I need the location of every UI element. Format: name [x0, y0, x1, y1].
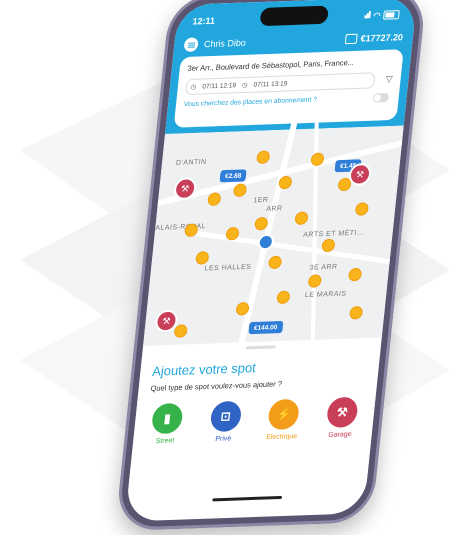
spot-type-label: Electrique	[265, 433, 298, 442]
map-label: 3E ARR	[309, 263, 338, 272]
spot-type-list: ▮ Street ⊡ Privé ⚡ Electrique ⚒ Garage	[141, 396, 368, 445]
parking-pin[interactable]	[307, 274, 322, 288]
parking-pin[interactable]	[173, 324, 188, 338]
map-label: LES HALLES	[204, 263, 252, 273]
parking-pin[interactable]	[354, 202, 370, 216]
parking-pin[interactable]	[347, 267, 363, 282]
spot-type-electric[interactable]: ⚡ Electrique	[257, 398, 309, 441]
sheet-handle[interactable]	[245, 345, 276, 350]
status-icons: ◠	[364, 9, 400, 20]
spot-type-label: Garage	[327, 431, 352, 439]
map-label: ARTS ET MÉTI...	[302, 229, 365, 239]
battery-icon	[383, 9, 400, 20]
parking-pin[interactable]	[348, 306, 364, 320]
end-date: 07/11 13:19	[253, 79, 288, 89]
wallet-icon	[345, 33, 359, 45]
wifi-icon: ◠	[373, 10, 381, 20]
status-time: 12:11	[192, 15, 216, 27]
price-tag[interactable]: €2.88	[219, 169, 247, 183]
electric-icon: ⚡	[267, 398, 301, 431]
phone-mockup: 12:11 ◠ Chris Dibo €17727.20 3er Arr., B…	[0, 0, 453, 535]
menu-icon[interactable]	[183, 37, 199, 52]
price-tag[interactable]: €144.00	[248, 320, 283, 335]
user-block: Chris Dibo	[183, 36, 246, 52]
map[interactable]: D'ANTIN 1ER ARR ALAIS-ROYAL ARTS ET MÉTI…	[143, 118, 418, 362]
map-label: 1ER	[252, 196, 269, 205]
parking-pin[interactable]	[232, 183, 248, 198]
top-bar: 12:11 ◠ Chris Dibo €17727.20 3er Arr., B…	[165, 0, 418, 135]
wallet-balance[interactable]: €17727.20	[345, 32, 404, 45]
date-range-field[interactable]: ◷ 07/11 12:19 ◷ 07/11 13:19	[184, 72, 376, 96]
parking-pin[interactable]	[207, 192, 222, 206]
home-indicator[interactable]	[212, 495, 283, 502]
parking-pin[interactable]	[276, 290, 291, 305]
spot-type-garage[interactable]: ⚒ Garage	[316, 396, 368, 439]
search-card: 3er Arr., Boulevard de Sébastopol, Paris…	[173, 49, 404, 128]
spot-type-private[interactable]: ⊡ Privé	[199, 400, 251, 443]
add-spot-sheet: Ajoutez votre spot Quel type de spot vou…	[125, 337, 382, 518]
parking-pin[interactable]	[294, 211, 309, 225]
parking-pin[interactable]	[256, 150, 271, 165]
parking-pin[interactable]	[267, 255, 283, 270]
map-label: D'ANTIN	[175, 158, 207, 167]
parking-pin[interactable]	[278, 175, 293, 190]
current-location-pin	[257, 233, 275, 251]
signal-icon	[364, 10, 372, 20]
subscription-toggle[interactable]	[372, 92, 390, 103]
clock-icon: ◷	[241, 81, 248, 90]
start-date: 07/11 12:19	[201, 81, 237, 91]
user-name: Chris Dibo	[203, 37, 247, 50]
filter-icon[interactable]: ▽	[385, 74, 393, 85]
status-bar: 12:11 ◠	[192, 7, 400, 28]
spot-type-label: Privé	[214, 435, 232, 443]
spot-type-label: Street	[155, 437, 175, 446]
wrench-icon: ⚒	[325, 396, 359, 428]
subscription-question: Vous cherchez des places en abonnement ?	[183, 96, 318, 109]
map-label: LE MARAIS	[304, 290, 347, 300]
balance-text: €17727.20	[360, 32, 404, 44]
sheet-title: Ajoutez votre spot	[151, 360, 257, 379]
clock-icon: ◷	[190, 83, 197, 91]
street-icon: ▮	[150, 402, 184, 435]
phone: 12:11 ◠ Chris Dibo €17727.20 3er Arr., B…	[115, 0, 427, 531]
map-label: ARR	[265, 205, 283, 213]
private-icon: ⊡	[209, 400, 243, 433]
sheet-subtitle: Quel type de spot voulez-vous ajouter ?	[150, 379, 283, 393]
spot-type-street[interactable]: ▮ Street	[141, 402, 193, 446]
address-field[interactable]: 3er Arr., Boulevard de Sébastopol, Paris…	[187, 57, 395, 73]
parking-pin[interactable]	[195, 251, 210, 265]
